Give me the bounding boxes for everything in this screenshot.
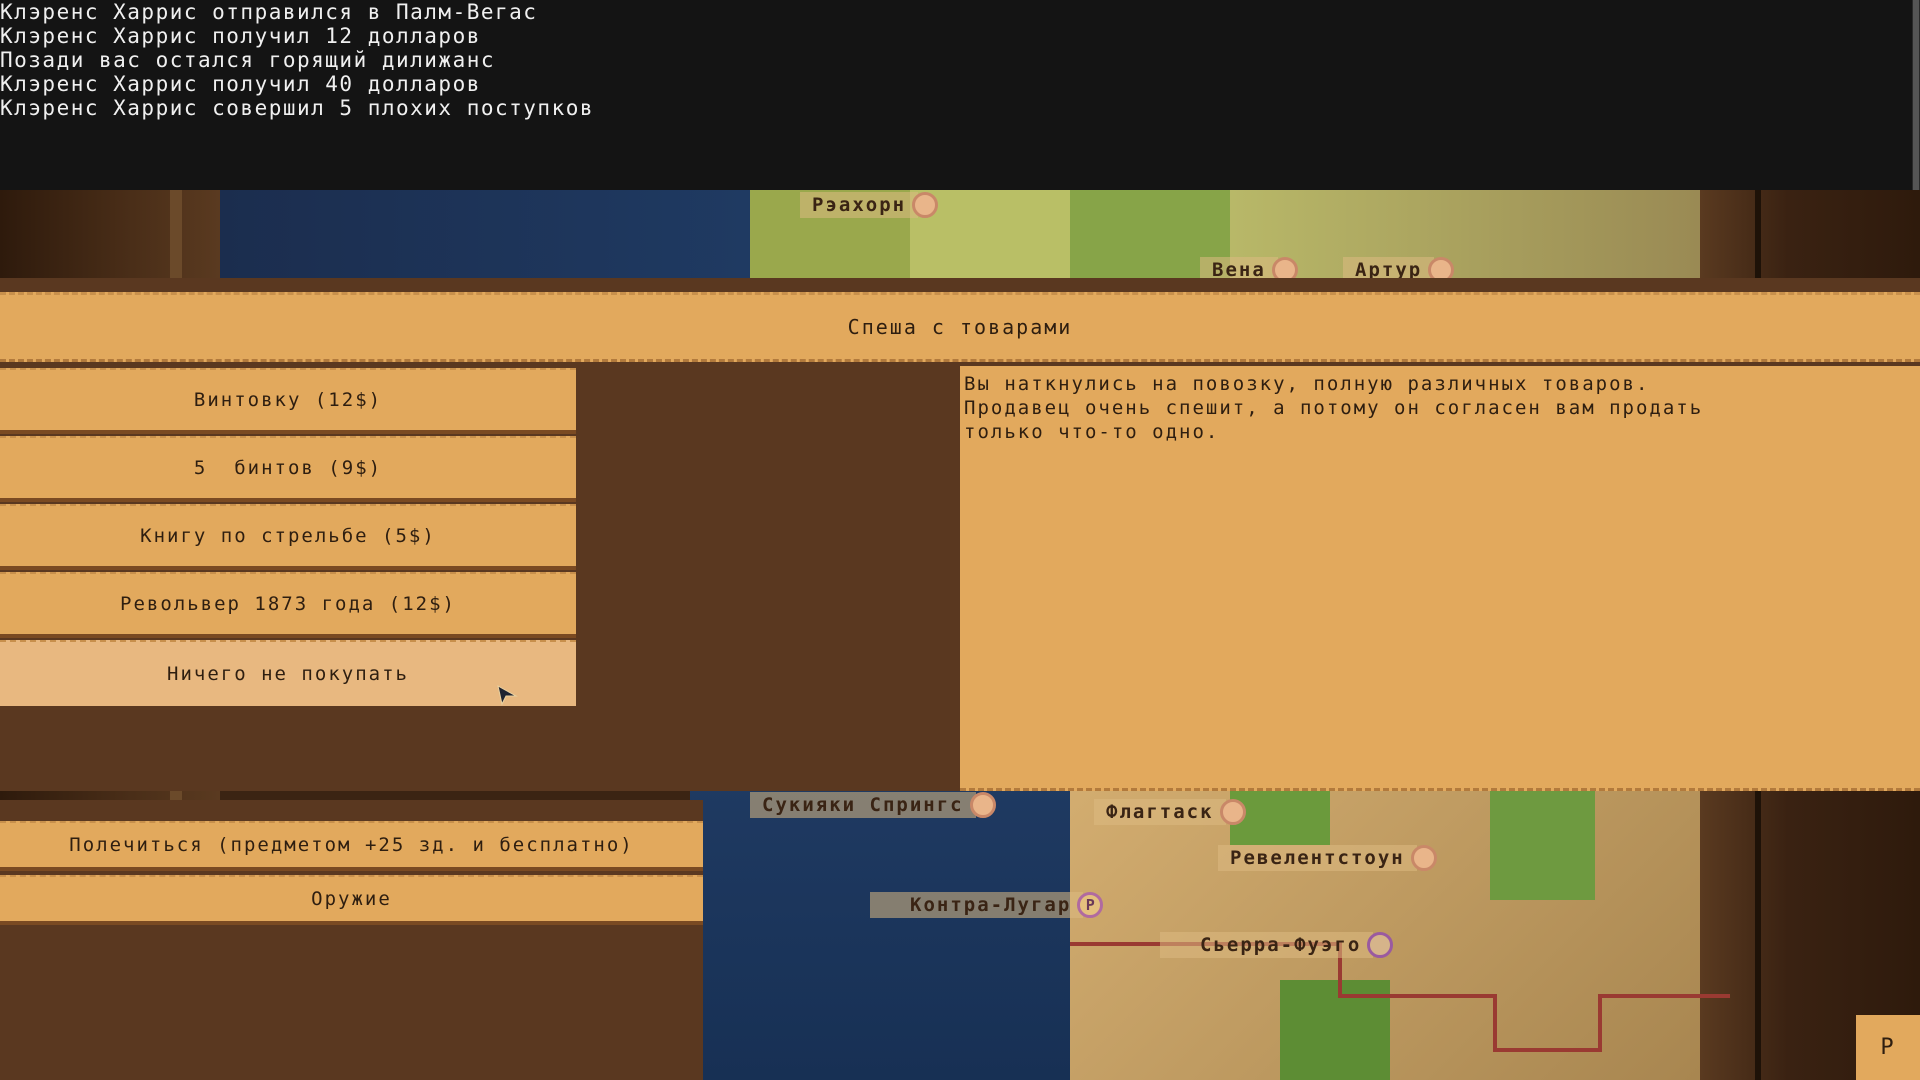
town-marker[interactable]: Сукияки Спрингс	[750, 790, 996, 820]
town-icon[interactable]	[1410, 845, 1437, 871]
event-title-bar: Спеша с товарами	[0, 292, 1920, 362]
option-button-rifle[interactable]: Винтовку (12$)	[0, 368, 576, 434]
option-button-nothing[interactable]: Ничего не покупать	[0, 640, 576, 706]
town-marker[interactable]: Ревелентстоун	[1218, 843, 1437, 873]
town-marker[interactable]: Флагтаск	[1094, 797, 1246, 827]
town-marker[interactable]: Рэахорн	[800, 190, 939, 220]
town-name: Ревелентстоун	[1218, 845, 1417, 871]
log-scrollbar[interactable]	[1912, 0, 1920, 190]
town-icon[interactable]	[1367, 932, 1394, 958]
heal-button[interactable]: Полечиться (предметом +25 зд. и бесплатн…	[0, 821, 703, 871]
town-icon[interactable]	[969, 792, 996, 818]
option-button-revolver[interactable]: Револьвер 1873 года (12$)	[0, 572, 576, 638]
town-name: Контра-Лугар	[870, 892, 1084, 918]
event-title: Спеша с товарами	[847, 315, 1073, 339]
mouse-cursor-icon	[497, 685, 518, 706]
option-button-bandages[interactable]: 5 бинтов (9$)	[0, 436, 576, 502]
log-scrollbar-thumb[interactable]	[1913, 0, 1919, 190]
log-line: Клэренс Харрис отправился в Палм-Вегас	[0, 0, 538, 24]
weapons-button[interactable]: Оружие	[0, 875, 703, 925]
event-description: Вы наткнулись на повозку, полную различн…	[964, 373, 1704, 443]
event-description-panel: Вы наткнулись на повозку, полную различн…	[960, 366, 1920, 791]
town-icon[interactable]: P	[1077, 892, 1104, 918]
log-line: Клэренс Харрис совершил 5 плохих поступк…	[0, 96, 595, 120]
log-line: Клэренс Харрис получил 40 долларов	[0, 72, 481, 96]
option-button-book[interactable]: Книгу по стрельбе (5$)	[0, 504, 576, 570]
event-log: Клэренс Харрис отправился в Палм-Вегас К…	[0, 0, 1920, 190]
town-marker[interactable]: Сьерра-Фуэго	[1160, 930, 1394, 960]
town-name: Флагтаск	[1094, 799, 1226, 825]
town-icon[interactable]	[912, 192, 939, 218]
log-line: Позади вас остался горящий дилижанс	[0, 48, 496, 72]
log-line: Клэренс Харрис получил 12 долларов	[0, 24, 481, 48]
town-name: Сукияки Спрингс	[750, 792, 976, 818]
corner-p-button[interactable]: P	[1856, 1015, 1920, 1080]
town-name: Сьерра-Фуэго	[1160, 932, 1374, 958]
town-icon[interactable]	[1219, 799, 1246, 825]
town-name: Рэахорн	[800, 192, 919, 218]
town-marker[interactable]: Контра-Лугар P	[870, 890, 1104, 920]
